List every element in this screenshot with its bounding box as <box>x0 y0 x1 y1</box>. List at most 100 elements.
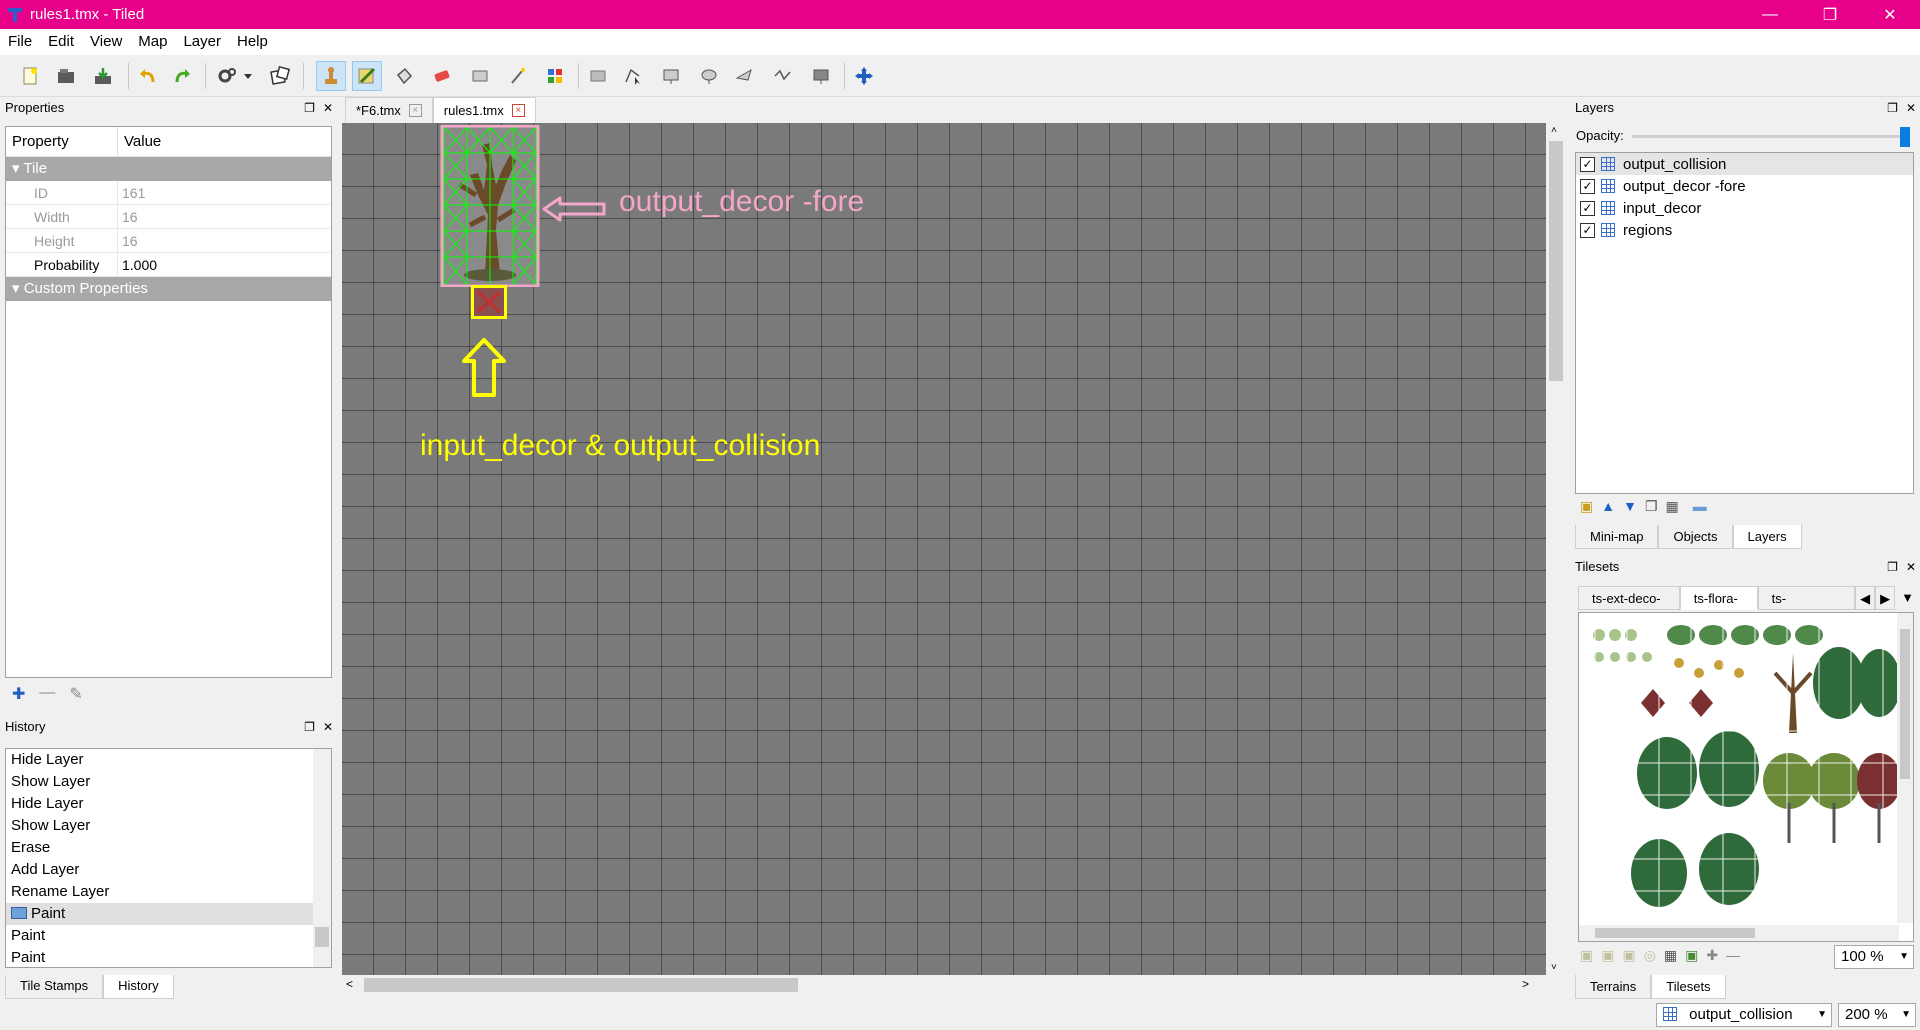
layer-row-regions[interactable]: ✓ regions <box>1576 219 1913 241</box>
remove-tiles-icon[interactable]: — <box>1726 947 1740 964</box>
minimize-button[interactable]: — <box>1740 0 1800 29</box>
insert-tile-icon[interactable] <box>806 61 836 91</box>
float-dock-icon[interactable]: ❐ <box>1887 556 1898 578</box>
property-row-width[interactable]: Width 16 <box>6 205 331 229</box>
tileset-zoom-select[interactable]: 100 % ▼ <box>1834 945 1914 969</box>
map-vertical-scrollbar[interactable]: ˄ ˅ <box>1546 123 1566 975</box>
insert-polygon-icon[interactable] <box>730 61 760 91</box>
visibility-checkbox[interactable]: ✓ <box>1580 222 1595 238</box>
select-objects-icon[interactable] <box>583 61 613 91</box>
toggle-other-layers-icon[interactable]: ▬ <box>1693 498 1707 515</box>
value-column-header[interactable]: Value <box>118 127 161 156</box>
history-item[interactable]: Show Layer <box>6 771 331 793</box>
tab-scroll-right-icon[interactable]: ▶ <box>1875 586 1896 610</box>
float-dock-icon[interactable]: ❐ <box>1887 97 1898 119</box>
tab-ts-structures[interactable]: ts-structures <box>1757 586 1856 630</box>
map-horizontal-scrollbar[interactable]: < > <box>342 975 1566 995</box>
rename-property-icon[interactable]: ✎ <box>69 684 82 704</box>
insert-ellipse-icon[interactable] <box>694 61 724 91</box>
tab-objects[interactable]: Objects <box>1658 525 1733 549</box>
opacity-slider[interactable] <box>1632 127 1910 147</box>
remove-tileset-icon[interactable]: ▦ <box>1664 947 1677 964</box>
edit-tileset-icon[interactable]: ▣ <box>1685 947 1698 964</box>
map-zoom-select[interactable]: 200 % ▼ <box>1838 1003 1916 1027</box>
close-tab-icon[interactable]: × <box>511 104 525 117</box>
custom-properties-group-header[interactable]: ▾ Custom Properties <box>6 277 331 301</box>
insert-polyline-icon[interactable] <box>768 61 798 91</box>
history-item[interactable]: Paint <box>6 947 331 967</box>
redo-icon[interactable] <box>167 61 197 91</box>
tab-tilesets[interactable]: Tilesets <box>1651 975 1726 999</box>
close-dock-icon[interactable]: ✕ <box>323 716 333 738</box>
select-same-tile-icon[interactable] <box>540 61 570 91</box>
export-tileset-icon[interactable]: ▣ <box>1622 947 1635 964</box>
tab-layers[interactable]: Layers <box>1732 525 1802 549</box>
visibility-checkbox[interactable]: ✓ <box>1580 156 1595 172</box>
commands-gear-icon[interactable] <box>212 61 242 91</box>
undo-icon[interactable] <box>133 61 163 91</box>
history-scrollbar[interactable] <box>313 749 331 967</box>
tab-mini-map[interactable]: Mini-map <box>1575 525 1659 549</box>
random-dice-icon[interactable] <box>265 61 295 91</box>
new-tileset-icon[interactable]: ▣ <box>1580 947 1593 964</box>
close-tab-icon[interactable]: × <box>408 104 422 117</box>
maximize-button[interactable]: ❐ <box>1800 0 1860 29</box>
property-column-header[interactable]: Property <box>6 127 118 156</box>
menu-edit[interactable]: Edit <box>40 29 82 55</box>
tileset-tile-grid[interactable] <box>1578 612 1914 942</box>
opacity-slider-handle[interactable] <box>1900 127 1910 147</box>
property-row-id[interactable]: ID 161 <box>6 181 331 205</box>
edit-polygons-icon[interactable] <box>618 61 648 91</box>
duplicate-layer-icon[interactable]: ❐ <box>1645 498 1658 515</box>
property-row-probability[interactable]: Probability 1.000 <box>6 253 331 277</box>
magic-wand-icon[interactable] <box>503 61 533 91</box>
current-layer-select[interactable]: output_collision ▼ <box>1656 1003 1832 1027</box>
float-dock-icon[interactable]: ❐ <box>304 716 315 738</box>
menu-layer[interactable]: Layer <box>175 29 229 55</box>
visibility-checkbox[interactable]: ✓ <box>1580 200 1595 216</box>
add-tiles-icon[interactable]: ✚ <box>1706 947 1718 964</box>
float-dock-icon[interactable]: ❐ <box>304 97 315 119</box>
tab-scroll-left-icon[interactable]: ◀ <box>1855 586 1876 610</box>
visibility-checkbox[interactable]: ✓ <box>1580 178 1595 194</box>
close-dock-icon[interactable]: ✕ <box>1906 556 1916 578</box>
terrain-brush-icon[interactable] <box>352 61 382 91</box>
new-file-icon[interactable] <box>15 61 45 91</box>
tileset-vertical-scrollbar[interactable] <box>1897 613 1913 923</box>
menu-help[interactable]: Help <box>229 29 276 55</box>
layer-row-output-decor-fore[interactable]: ✓ output_decor -fore <box>1576 175 1913 197</box>
tile-group-header[interactable]: ▾ Tile <box>6 157 331 181</box>
history-item[interactable]: Rename Layer <box>6 881 331 903</box>
new-layer-icon[interactable]: ▣ <box>1580 498 1593 515</box>
bucket-fill-icon[interactable] <box>389 61 419 91</box>
remove-property-icon[interactable]: — <box>39 684 55 704</box>
menu-view[interactable]: View <box>82 29 130 55</box>
save-file-icon[interactable] <box>88 61 118 91</box>
menu-file[interactable]: File <box>0 29 40 55</box>
tab-ts-flora-1[interactable]: ts-flora-1 <box>1679 586 1758 630</box>
close-button[interactable]: ✕ <box>1860 0 1920 29</box>
tileset-menu-dropdown-icon[interactable]: ▼ <box>1895 586 1920 610</box>
tab-terrains[interactable]: Terrains <box>1575 975 1652 999</box>
history-item-selected[interactable]: Paint <box>6 903 331 925</box>
rectangle-select-icon[interactable] <box>465 61 495 91</box>
history-item[interactable]: Add Layer <box>6 859 331 881</box>
history-item[interactable]: Hide Layer <box>6 749 331 771</box>
menu-map[interactable]: Map <box>130 29 175 55</box>
history-item[interactable]: Show Layer <box>6 815 331 837</box>
history-item[interactable]: Erase <box>6 837 331 859</box>
raise-layer-icon[interactable]: ▲ <box>1601 498 1615 515</box>
tab-rules1-tmx[interactable]: rules1.tmx × <box>432 97 536 123</box>
delete-layer-icon[interactable]: ▦ <box>1666 498 1679 515</box>
tileset-properties-icon[interactable]: ◎ <box>1644 947 1656 964</box>
map-canvas[interactable]: output_decor -fore input_decor & output_… <box>342 123 1546 975</box>
tab-history[interactable]: History <box>103 975 174 999</box>
open-file-icon[interactable] <box>51 61 81 91</box>
tileset-horizontal-scrollbar[interactable] <box>1579 925 1899 941</box>
layer-row-output-collision[interactable]: ✓ output_collision <box>1576 153 1913 175</box>
embed-tileset-icon[interactable]: ▣ <box>1601 947 1614 964</box>
tab-f6-tmx[interactable]: *F6.tmx × <box>345 97 433 123</box>
commands-dropdown-icon[interactable] <box>240 61 256 91</box>
history-item[interactable]: Paint <box>6 925 331 947</box>
close-dock-icon[interactable]: ✕ <box>323 97 333 119</box>
